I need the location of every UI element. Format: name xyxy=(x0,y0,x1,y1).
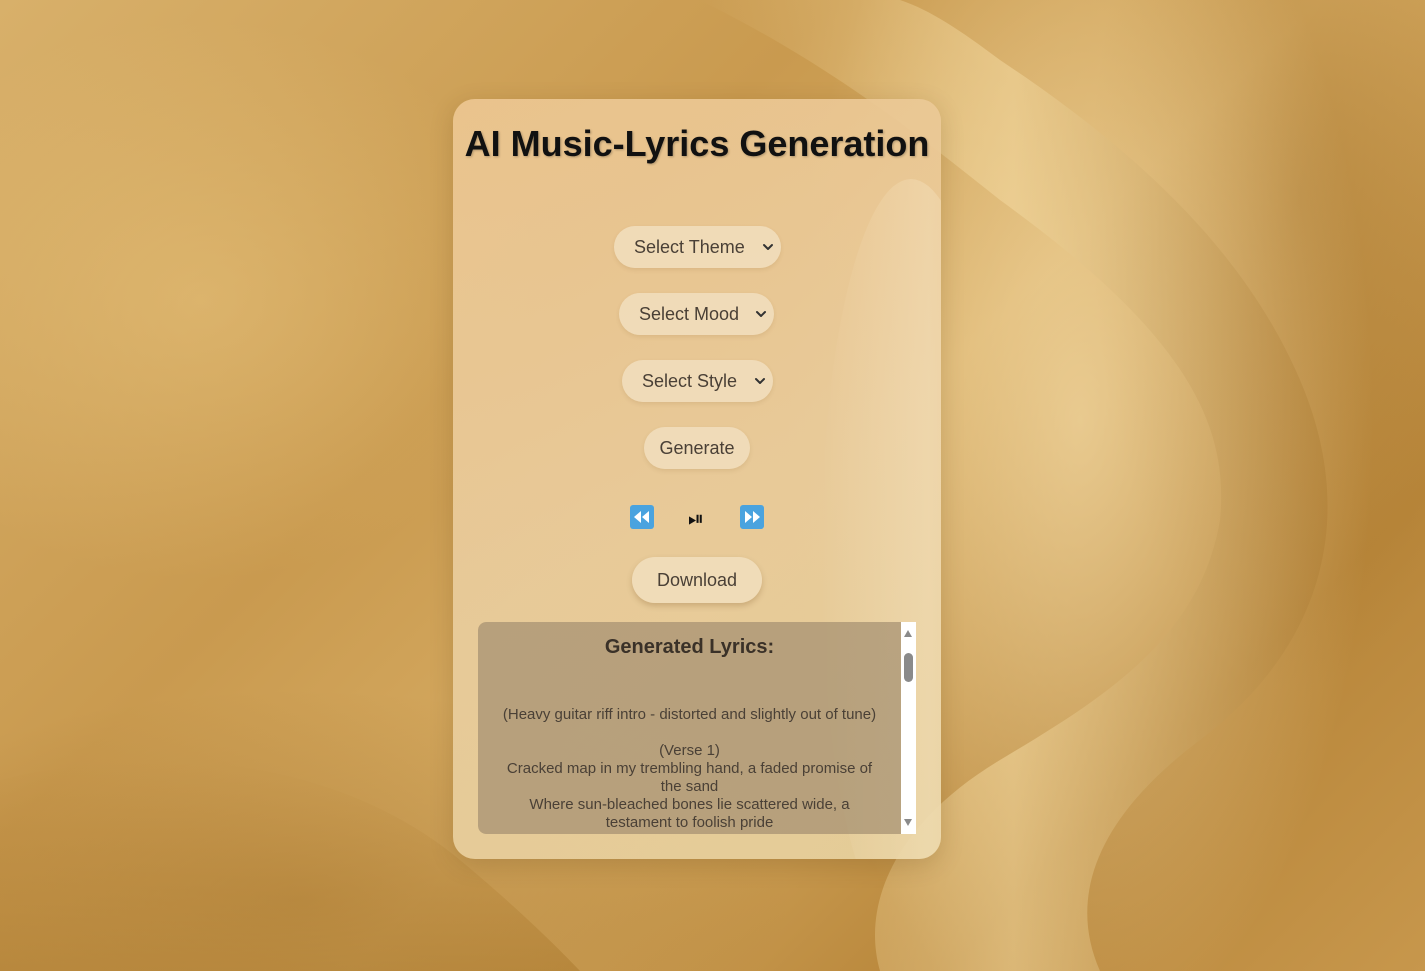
lyrics-scrollbar[interactable] xyxy=(901,622,916,834)
mood-select-value: Select Mood xyxy=(639,304,740,324)
scroll-up-icon[interactable] xyxy=(904,630,912,637)
theme-select-value: Select Theme xyxy=(634,237,745,257)
generate-button[interactable]: Generate xyxy=(644,427,750,469)
chevron-down-icon xyxy=(755,378,765,384)
lyrics-text: (Heavy guitar riff intro - distorted and… xyxy=(502,706,877,831)
rewind-icon[interactable] xyxy=(630,505,654,529)
mood-select[interactable]: Select Mood xyxy=(619,293,774,335)
generator-card: AI Music-Lyrics Generation Select Theme … xyxy=(453,99,941,859)
theme-select[interactable]: Select Theme xyxy=(614,226,781,268)
fast-forward-icon[interactable] xyxy=(740,505,764,529)
page-title: AI Music-Lyrics Generation xyxy=(464,123,930,164)
player-controls: ⏯ xyxy=(453,505,941,531)
lyrics-panel[interactable]: Generated Lyrics: (Heavy guitar riff int… xyxy=(478,622,916,834)
chevron-down-icon xyxy=(763,244,773,250)
chevron-down-icon xyxy=(756,311,766,317)
style-select-value: Select Style xyxy=(642,371,738,391)
scroll-thumb[interactable] xyxy=(904,653,913,682)
download-button[interactable]: Download xyxy=(632,557,762,603)
play-pause-icon[interactable]: ⏯ xyxy=(688,506,704,530)
style-select[interactable]: Select Style xyxy=(622,360,773,402)
lyrics-heading: Generated Lyrics: xyxy=(604,636,775,658)
scroll-down-icon[interactable] xyxy=(904,819,912,826)
lyrics-content: Generated Lyrics: (Heavy guitar riff int… xyxy=(478,622,901,834)
